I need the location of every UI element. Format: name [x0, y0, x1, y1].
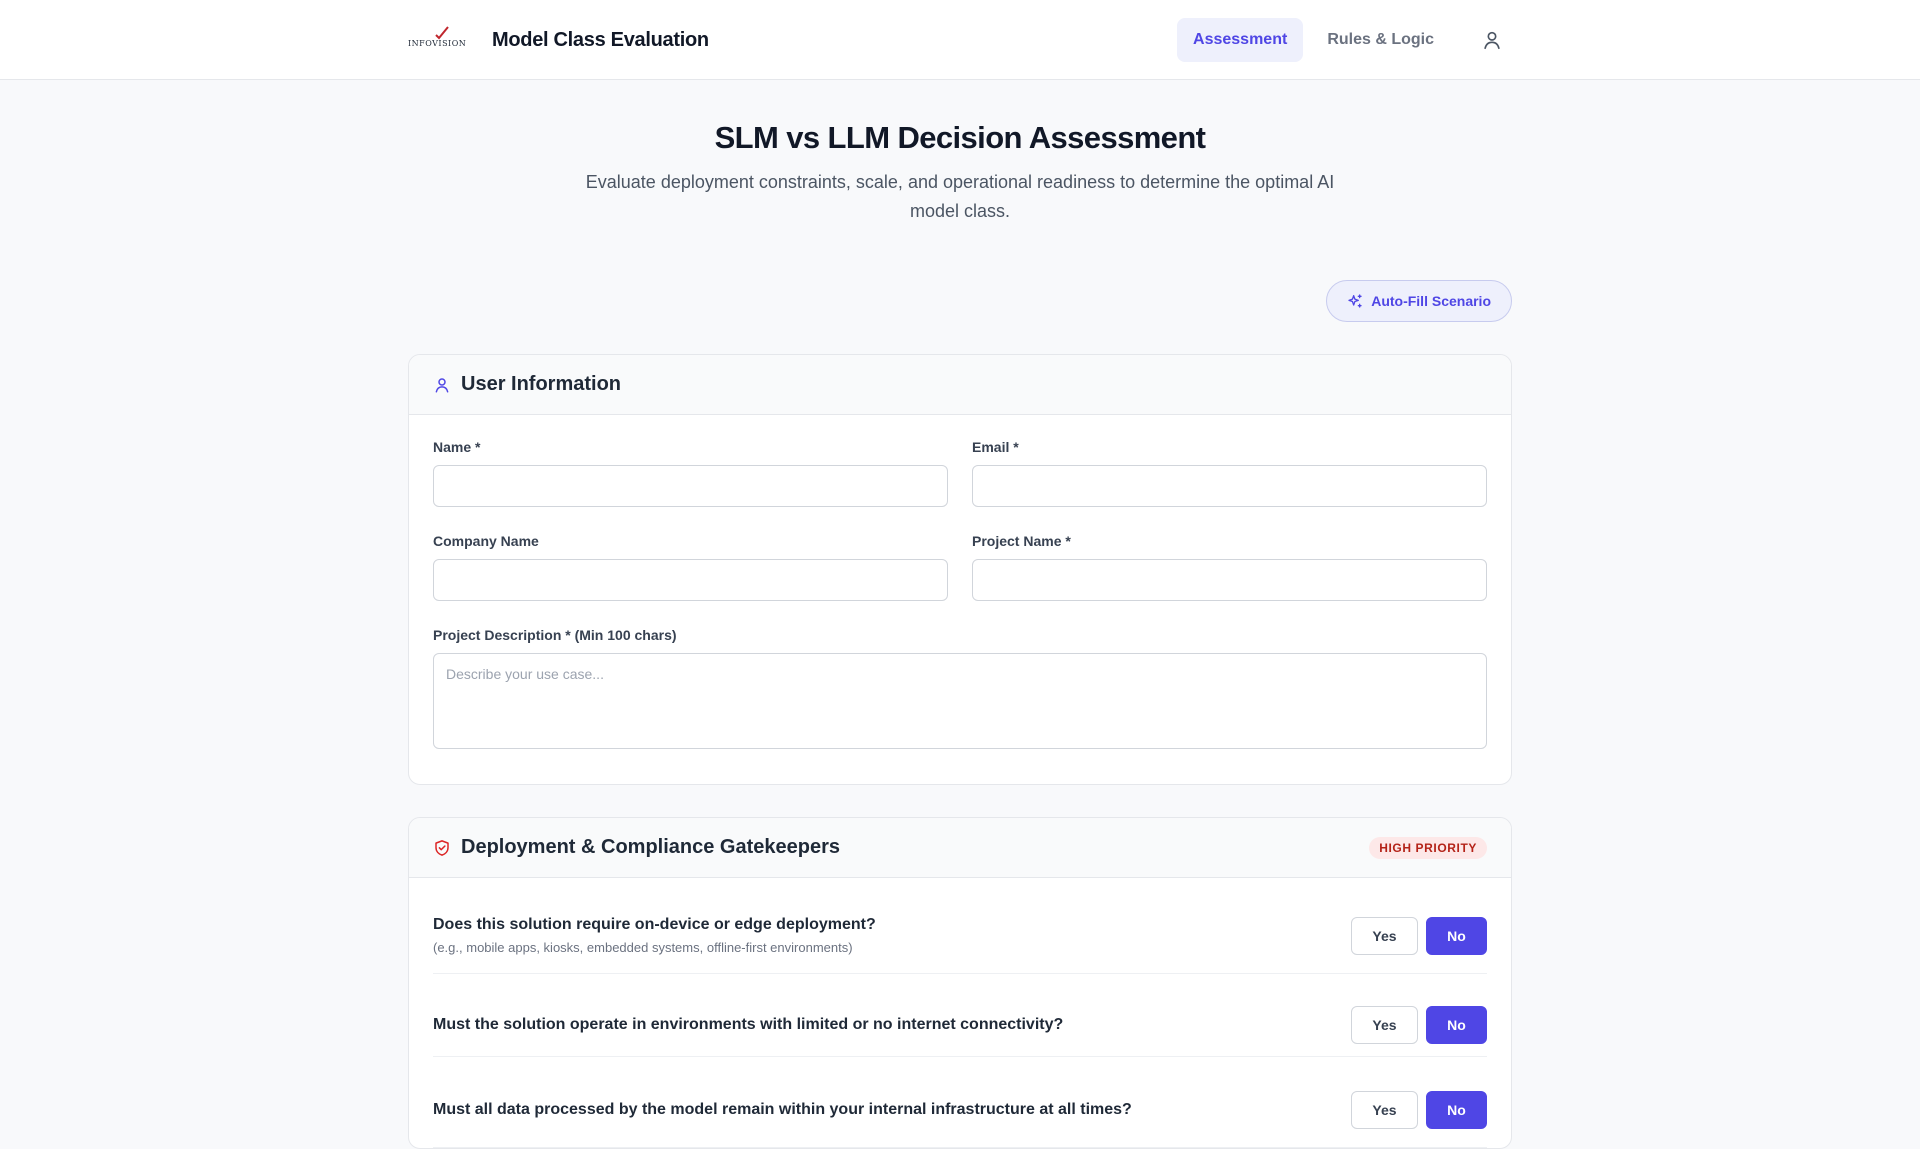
- page-title: SLM vs LLM Decision Assessment: [714, 120, 1206, 155]
- user-information-title: User Information: [461, 373, 622, 395]
- question-row: Does this solution require on-device or …: [433, 878, 1487, 974]
- company-name-label: Company Name: [433, 533, 539, 549]
- auto-fill-scenario-button[interactable]: Auto-Fill Scenario: [1326, 280, 1512, 322]
- question-row: Must all data processed by the model rem…: [433, 1057, 1487, 1148]
- email-field-group: Email *: [972, 439, 1487, 507]
- main-content: SLM vs LLM Decision Assessment Evaluate …: [408, 80, 1512, 1149]
- project-description-label: Project Description * (Min 100 chars): [433, 627, 677, 643]
- question-text-block: Must all data processed by the model rem…: [433, 1101, 1351, 1119]
- logo-check-mark-icon: [435, 26, 449, 40]
- project-name-label: Project Name *: [972, 533, 1071, 549]
- user-information-body: Name * Email * Company Name Project Name…: [409, 415, 1511, 784]
- yes-button[interactable]: Yes: [1351, 916, 1418, 955]
- gatekeepers-header: Deployment & Compliance Gatekeepers HIGH…: [409, 818, 1511, 878]
- app-title: Model Class Evaluation: [492, 28, 709, 51]
- top-bar-content: INFOVISION Model Class Evaluation Assess…: [408, 0, 1512, 80]
- yes-no-toggle: Yes No: [1351, 1006, 1487, 1044]
- company-name-input[interactable]: [433, 559, 948, 601]
- question-text-block: Must the solution operate in environment…: [433, 1016, 1351, 1034]
- company-field-group: Company Name: [433, 533, 948, 601]
- user-information-card: User Information Name * Email * Company …: [408, 354, 1512, 785]
- project-name-input[interactable]: [972, 559, 1487, 601]
- user-icon: [435, 377, 449, 392]
- no-button[interactable]: No: [1426, 916, 1487, 955]
- page-subtitle: Evaluate deployment constraints, scale, …: [585, 172, 1335, 221]
- yes-no-toggle: Yes No: [1351, 916, 1487, 955]
- project-field-group: Project Name *: [972, 533, 1487, 601]
- no-button[interactable]: No: [1426, 1006, 1487, 1044]
- gatekeeper-question-list: Does this solution require on-device or …: [409, 878, 1511, 1148]
- question-hint: (e.g., mobile apps, kiosks, embedded sys…: [433, 940, 853, 955]
- user-fields-grid: Name * Email * Company Name Project Name…: [433, 439, 1487, 627]
- name-input[interactable]: [433, 465, 948, 507]
- email-input[interactable]: [972, 465, 1487, 507]
- user-information-header: User Information: [409, 355, 1511, 415]
- user-icon: [1484, 31, 1500, 50]
- yes-no-toggle: Yes No: [1351, 1091, 1487, 1129]
- shield-icon: [435, 839, 449, 856]
- question-title: Does this solution require on-device or …: [433, 916, 876, 933]
- question-row: Must the solution operate in environment…: [433, 974, 1487, 1057]
- infovision-logo[interactable]: INFOVISION: [408, 26, 472, 52]
- yes-button[interactable]: Yes: [1351, 1006, 1418, 1044]
- email-label: Email *: [972, 439, 1019, 455]
- gatekeepers-card: Deployment & Compliance Gatekeepers HIGH…: [408, 817, 1512, 1149]
- sparkles-icon: [1348, 294, 1362, 308]
- question-title: Must the solution operate in environment…: [433, 1016, 1064, 1033]
- tab-assessment[interactable]: Assessment: [1177, 18, 1304, 62]
- auto-fill-label: Auto-Fill Scenario: [1371, 293, 1491, 309]
- yes-button[interactable]: Yes: [1351, 1091, 1418, 1129]
- no-button[interactable]: No: [1426, 1091, 1487, 1129]
- project-description-textarea[interactable]: [433, 653, 1487, 749]
- top-bar: INFOVISION Model Class Evaluation Assess…: [0, 0, 1920, 80]
- description-field-group: Project Description * (Min 100 chars): [433, 627, 1487, 754]
- question-title: Must all data processed by the model rem…: [433, 1101, 1132, 1118]
- question-text-block: Does this solution require on-device or …: [433, 916, 1351, 955]
- tab-rules-logic[interactable]: Rules & Logic: [1311, 18, 1450, 62]
- name-field-group: Name *: [433, 439, 948, 507]
- top-nav: Assessment Rules & Logic: [1177, 18, 1512, 62]
- high-priority-badge: HIGH PRIORITY: [1369, 836, 1487, 859]
- name-label: Name *: [433, 439, 481, 455]
- autofill-row: Auto-Fill Scenario: [408, 280, 1512, 322]
- gatekeepers-title: Deployment & Compliance Gatekeepers: [461, 836, 841, 858]
- profile-button[interactable]: [1472, 20, 1512, 60]
